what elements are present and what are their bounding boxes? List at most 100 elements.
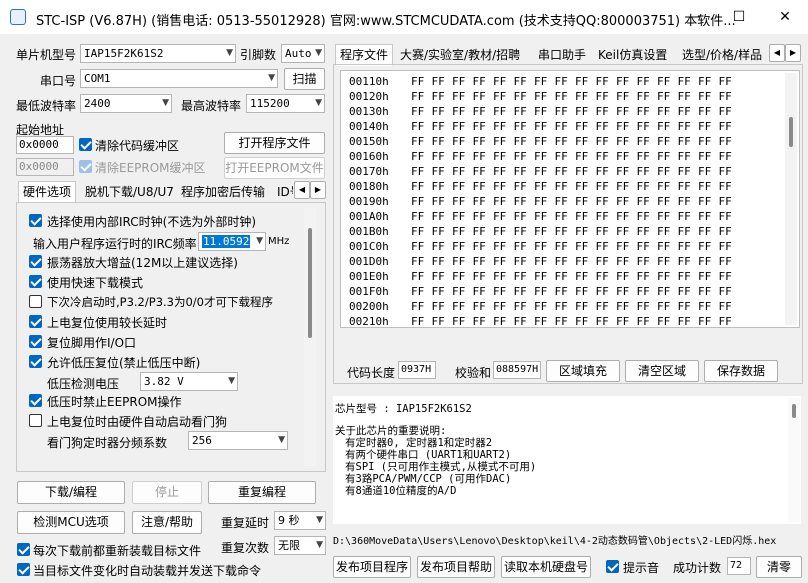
opt-delay-checkbox[interactable] (29, 315, 42, 328)
hex-byte: FF (554, 135, 568, 148)
clear-count-button[interactable]: 清零 (756, 556, 802, 578)
tab-hardware[interactable]: 硬件选项 (18, 181, 77, 203)
maximize-button[interactable]: ☐ (716, 0, 762, 34)
hex-byte: FF (513, 300, 527, 313)
chevron-down-icon: ▼ (226, 48, 233, 58)
right-tab-scroll-left-icon[interactable]: ◀ (769, 44, 785, 62)
options-scrollbar[interactable] (304, 208, 316, 466)
sound-checkbox[interactable] (606, 560, 619, 573)
tab-serial[interactable]: 串口助手 (533, 44, 591, 66)
close-button[interactable]: ✕ (762, 0, 808, 34)
hex-byte: FF (493, 210, 507, 223)
sound-label: 提示音 (623, 561, 660, 575)
open-program-button[interactable]: 打开程序文件 (224, 132, 325, 154)
publish-program-button[interactable]: 发布项目程序 (333, 556, 411, 578)
hex-byte: FF (595, 165, 609, 178)
options-scrollbar-thumb[interactable] (308, 228, 312, 338)
hex-byte: FF (657, 105, 671, 118)
hex-byte: FF (718, 75, 732, 88)
info-scrollbar[interactable] (788, 398, 800, 522)
save-data-button[interactable]: 保存数据 (704, 360, 778, 382)
opt-resetio-checkbox[interactable] (29, 335, 42, 348)
help-button[interactable]: 注意/帮助 (132, 511, 202, 534)
hex-scrollbar-thumb[interactable] (789, 117, 793, 147)
opt-lvr-checkbox[interactable] (29, 355, 42, 368)
hex-byte: FF (636, 180, 650, 193)
max-baud-select[interactable]: 115200 ▼ (246, 94, 325, 113)
hex-byte: FF (718, 300, 732, 313)
hex-byte: FF (513, 285, 527, 298)
lv-select[interactable]: 3.82 V ▼ (140, 372, 238, 391)
opt-wdt-checkbox[interactable] (29, 414, 42, 427)
publish-help-button[interactable]: 发布项目帮助 (417, 556, 495, 578)
hex-byte: FF (616, 75, 630, 88)
hex-byte: FF (657, 315, 671, 328)
hex-byte: FF (452, 90, 466, 103)
detect-mcu-button[interactable]: 检测MCU选项 (17, 511, 125, 534)
tab-scroll-left-icon[interactable]: ◀ (294, 181, 310, 199)
scan-button[interactable]: 扫描 (284, 68, 325, 90)
clear-code-checkbox[interactable] (79, 138, 92, 151)
tab-select[interactable]: 选型/价格/样品 (677, 44, 767, 66)
count-select[interactable]: 无限 ▼ (274, 536, 326, 555)
hex-byte: FF (513, 120, 527, 133)
opt-gain-label: 振荡器放大增益(12M以上建议选择) (47, 256, 238, 270)
tab-offline[interactable]: 脱机下载/U8/U7 (80, 181, 179, 203)
reprogram-button[interactable]: 重复编程 (208, 481, 316, 504)
hex-byte: FF (718, 150, 732, 163)
info-scrollbar-thumb[interactable] (792, 404, 796, 418)
mcu-select[interactable]: IAP15F2K61S2 ▼ (80, 44, 236, 63)
delay-select[interactable]: 9 秒 ▼ (274, 511, 326, 530)
stop-button[interactable]: 停止 (132, 481, 202, 504)
fill-area-button[interactable]: 区域填充 (546, 360, 620, 382)
read-disk-button[interactable]: 读取本机硬盘号 (501, 556, 591, 578)
tab-scroll-right-icon[interactable]: ▶ (310, 181, 326, 199)
hex-address: 001B0h (349, 225, 389, 238)
hex-byte: FF (431, 255, 445, 268)
port-value: COM1 (84, 72, 111, 85)
open-eeprom-button[interactable]: 打开EEPROM文件 (224, 157, 325, 179)
port-select[interactable]: COM1 ▼ (80, 69, 278, 88)
minimize-button[interactable]: — (670, 0, 716, 34)
hex-row: 00140h FF FF FF FF FF FF FF FF FF FF FF FF FF FF FF FF (349, 120, 739, 133)
chevron-down-icon: ▼ (228, 376, 235, 386)
hex-byte: FF (472, 270, 486, 283)
wdt-select[interactable]: 256 ▼ (188, 431, 288, 450)
code-addr-input[interactable]: 0x0000 (16, 136, 74, 154)
hex-byte: FF (513, 315, 527, 328)
freq-unit: MHz (268, 236, 290, 247)
opt-fast-checkbox[interactable] (29, 275, 42, 288)
download-button[interactable]: 下载/编程 (17, 481, 125, 504)
opt-eeprom-checkbox[interactable] (29, 394, 42, 407)
opt-irc-checkbox[interactable] (29, 214, 42, 227)
min-baud-select[interactable]: 2400 ▼ (80, 94, 172, 113)
hex-byte: FF (657, 240, 671, 253)
hex-byte: FF (472, 255, 486, 268)
eeprom-addr-input[interactable]: 0x0000 (16, 158, 74, 176)
auto-send-checkbox[interactable] (17, 563, 30, 576)
opt-gain-checkbox[interactable] (29, 255, 42, 268)
tab-encrypt[interactable]: 程序加密后传输 (176, 181, 270, 203)
hex-address: 00170h (349, 165, 389, 178)
hex-byte: FF (657, 120, 671, 133)
reload-checkbox[interactable] (17, 543, 30, 556)
clear-area-button[interactable]: 清空区域 (625, 360, 699, 382)
hex-address: 001D0h (349, 255, 389, 268)
tab-contest[interactable]: 大赛/实验室/教材/招聘 (395, 44, 525, 66)
right-tab-scroll-right-icon[interactable]: ▶ (785, 44, 801, 62)
wdt-value: 256 (192, 434, 212, 447)
hex-view[interactable]: 00110h FF FF FF FF FF FF FF FF FF FF FF FF FF FF FF FF 00… (340, 70, 800, 328)
clear-eeprom-checkbox[interactable] (79, 160, 92, 173)
hex-byte: FF (513, 225, 527, 238)
tab-program-file[interactable]: 程序文件 (335, 44, 394, 66)
hex-scrollbar[interactable] (785, 73, 797, 325)
pin-select[interactable]: Auto ▼ (281, 44, 325, 63)
hex-byte: FF (575, 210, 589, 223)
opt-p32-checkbox[interactable] (29, 295, 42, 308)
max-baud-label: 最高波特率 (181, 99, 242, 113)
freq-select[interactable]: 11.0592 ▼ (198, 232, 266, 251)
hex-byte: FF (452, 270, 466, 283)
tab-keil[interactable]: Keil仿真设置 (593, 44, 672, 66)
tab-id[interactable]: ID号 (272, 181, 294, 203)
hex-byte: FF (452, 210, 466, 223)
